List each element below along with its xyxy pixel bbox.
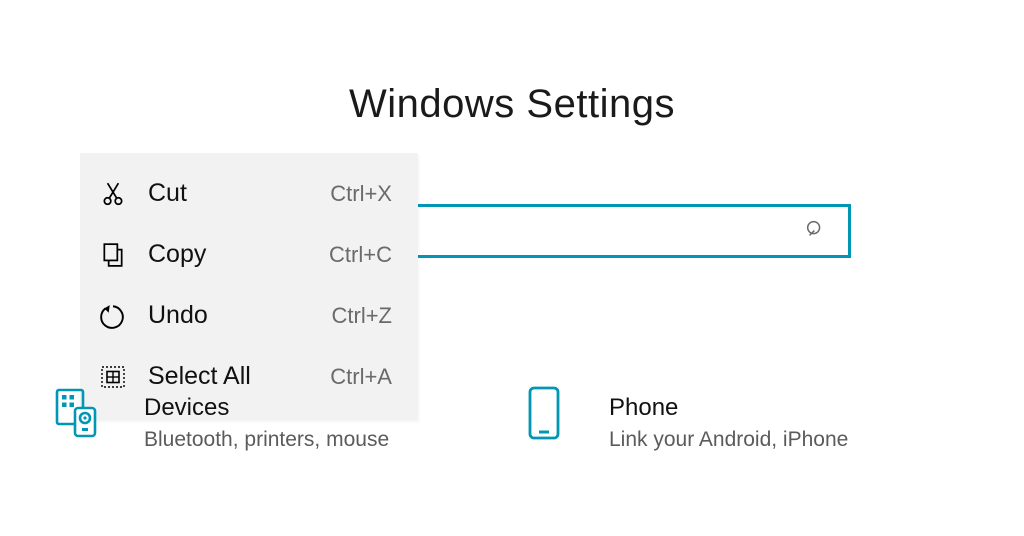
tile-title: Phone: [609, 394, 848, 422]
undo-icon: [98, 301, 128, 331]
tile-phone[interactable]: Phone Link your Android, iPhone: [513, 380, 978, 452]
context-menu-item-shortcut: Ctrl+C: [329, 242, 392, 268]
search-icon: [804, 218, 826, 245]
context-menu-item-shortcut: Ctrl+X: [330, 181, 392, 207]
tile-subtitle: Bluetooth, printers, mouse: [144, 428, 389, 452]
context-menu-item-label: Undo: [148, 301, 332, 330]
tile-subtitle: Link your Android, iPhone: [609, 428, 848, 452]
cut-icon: [98, 179, 128, 209]
tile-devices[interactable]: Devices Bluetooth, printers, mouse: [48, 380, 513, 452]
context-menu-item-label: Cut: [148, 179, 330, 208]
tile-title: Devices: [144, 394, 389, 422]
context-menu-item-copy[interactable]: Copy Ctrl+C: [80, 224, 418, 285]
devices-icon: [48, 380, 110, 452]
context-menu-item-label: Copy: [148, 240, 329, 269]
page-title: Windows Settings: [0, 82, 1024, 127]
context-menu-item-undo[interactable]: Undo Ctrl+Z: [80, 285, 418, 346]
settings-tiles: Devices Bluetooth, printers, mouse Phone…: [48, 380, 978, 452]
phone-icon: [513, 380, 575, 452]
search-input[interactable]: [413, 204, 851, 258]
context-menu-item-shortcut: Ctrl+Z: [332, 303, 393, 329]
copy-icon: [98, 240, 128, 270]
context-menu-item-cut[interactable]: Cut Ctrl+X: [80, 163, 418, 224]
